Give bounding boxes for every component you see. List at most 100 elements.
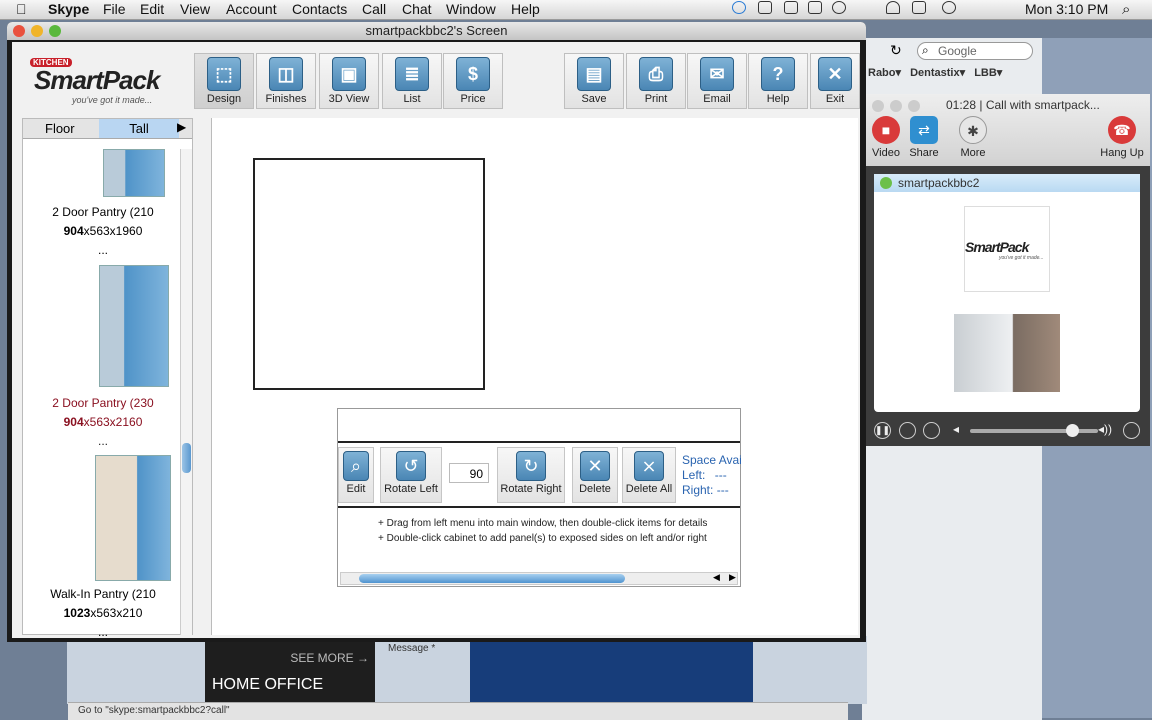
bookmark-dentastix[interactable]: Dentastix▾	[910, 67, 965, 79]
room-outline[interactable]	[253, 158, 485, 390]
chat-tray-icon[interactable]	[758, 1, 772, 14]
window-titlebar: smartpackbbc2's Screen	[7, 22, 866, 40]
panel-scroll-thumb[interactable]	[359, 574, 625, 583]
exit-button[interactable]: ✕ Exit	[810, 53, 860, 109]
volume-slider[interactable]	[970, 424, 1098, 437]
sync-tray-icon[interactable]	[832, 1, 846, 14]
hang-up-button[interactable]: ☎ Hang Up	[1098, 116, 1146, 159]
clock[interactable]: Mon 3:10 PM	[1025, 1, 1108, 17]
floppy-icon: ▤	[577, 57, 611, 91]
list-item[interactable]: 2 Door Pantry (230 904x563x2160 ...	[23, 394, 183, 451]
scroll-thumb[interactable]	[182, 443, 191, 473]
email-label: Email	[703, 93, 731, 105]
menu-edit[interactable]: Edit	[140, 1, 164, 17]
edit-button[interactable]: ⌕ Edit	[338, 447, 374, 503]
battery-tray-icon[interactable]	[808, 1, 822, 14]
message-label: Message *	[388, 643, 436, 654]
spotlight-icon[interactable]: ⌕	[1122, 1, 1130, 18]
finishes-button[interactable]: ◫ Finishes	[256, 53, 316, 109]
tab-next-icon[interactable]: ▶	[177, 120, 186, 134]
more-button[interactable]: ✱ More	[956, 116, 990, 159]
fullscreen-icon[interactable]	[1123, 422, 1140, 439]
home-office-banner[interactable]: SEE MORE → HOME OFFICE	[205, 636, 375, 702]
apple-icon[interactable]: 	[16, 1, 27, 17]
3d-view-label: 3D View	[328, 93, 370, 105]
bookmark-rabo[interactable]: Rabo▾	[868, 67, 901, 79]
menu-account[interactable]: Account	[226, 1, 277, 17]
pause-icon[interactable]: ❚❚	[874, 422, 891, 439]
tab-floor[interactable]: Floor	[45, 121, 75, 136]
search-icon: ⌕	[922, 43, 929, 57]
category-tabs: Floor Tall ▶	[23, 119, 192, 139]
scroll-left-icon[interactable]: ◀	[713, 572, 720, 583]
edit-panel: ⌕ Edit ↺ Rotate Left 90 ↻ Rotate Right ✕ Del…	[337, 408, 742, 587]
save-button[interactable]: ▤ Save	[564, 53, 624, 109]
list-button[interactable]: ≣ List	[382, 53, 442, 109]
list-item[interactable]: Walk-In Pantry (210 1023x563x210 ...	[23, 585, 183, 642]
space-available: Space Avai Left: --- Right: ---	[682, 453, 742, 498]
cabinet-thumb-2door-210[interactable]	[103, 149, 165, 197]
scroll-right-icon[interactable]: ▶	[729, 572, 736, 583]
item-name: 2 Door Pantry (210	[52, 205, 154, 219]
video-camera-icon: ■	[872, 116, 900, 144]
see-more-link[interactable]: SEE MORE →	[290, 651, 369, 665]
space-title: Space Avai	[682, 453, 742, 467]
price-label: Price	[460, 93, 486, 105]
3d-view-button[interactable]: ▣ 3D View	[319, 53, 379, 109]
cabinet-thumb-2door-230[interactable]	[99, 265, 169, 387]
zoom-window-icon[interactable]	[49, 25, 61, 37]
display-tray-icon[interactable]	[912, 1, 926, 14]
rotate-right-button[interactable]: ↻ Rotate Right	[497, 447, 565, 503]
left-label: Left:	[682, 468, 706, 482]
timemachine-tray-icon[interactable]	[942, 1, 956, 14]
rotate-right-icon: ↻	[516, 451, 546, 481]
tab-tall[interactable]: Tall	[99, 119, 179, 138]
menu-contacts[interactable]: Contacts	[292, 1, 347, 17]
bookmark-lbb[interactable]: LBB▾	[974, 67, 1002, 79]
menu-app[interactable]: Skype	[48, 1, 89, 17]
wifi-tray-icon[interactable]	[886, 1, 900, 14]
skype-minimize-icon[interactable]	[890, 100, 902, 112]
price-button[interactable]: $ Price	[443, 53, 503, 109]
skype-zoom-icon[interactable]	[908, 100, 920, 112]
rotate-left-button[interactable]: ↺ Rotate Left	[380, 447, 442, 503]
email-button[interactable]: ✉ Email	[687, 53, 747, 109]
reload-icon[interactable]: ↻	[890, 42, 902, 59]
share-button[interactable]: ⇄ Share	[906, 116, 942, 159]
delete-all-button[interactable]: ⨯ Delete All	[622, 447, 676, 503]
edit-label: Edit	[346, 483, 366, 495]
contact-header: smartpackbbc2	[874, 174, 1140, 192]
search-field[interactable]: Google	[917, 42, 1033, 60]
right-value: ---	[716, 483, 729, 497]
delete-button[interactable]: ✕ Delete	[572, 447, 618, 503]
angle-input[interactable]: 90	[449, 463, 489, 483]
menu-call[interactable]: Call	[362, 1, 386, 17]
design-icon: ⬚	[207, 57, 241, 91]
sidebar-scrollbar[interactable]	[180, 149, 192, 635]
menu-chat[interactable]: Chat	[402, 1, 432, 17]
help-button[interactable]: ? Help	[748, 53, 808, 109]
skype-tray-icon[interactable]	[732, 1, 746, 14]
dialpad-icon[interactable]	[923, 422, 940, 439]
minimize-window-icon[interactable]	[31, 25, 43, 37]
right-label: Right:	[682, 483, 714, 497]
list-item[interactable]: 2 Door Pantry (210 904x563x1960 ...	[23, 203, 183, 260]
list-icon: ≣	[395, 57, 429, 91]
more-label: More	[960, 147, 986, 159]
skype-close-icon[interactable]	[872, 100, 884, 112]
volume-tray-icon[interactable]	[996, 1, 1010, 14]
menu-file[interactable]: File	[103, 1, 126, 17]
menu-view[interactable]: View	[180, 1, 210, 17]
video-button[interactable]: ■ Video	[870, 116, 902, 159]
cabinet-thumb-walkin[interactable]	[95, 455, 171, 581]
mute-icon[interactable]	[899, 422, 916, 439]
menu-help[interactable]: Help	[511, 1, 540, 17]
close-window-icon[interactable]	[13, 25, 25, 37]
volume-knob[interactable]	[1066, 424, 1079, 437]
avatar-logo-tagline: you've got it made...	[999, 255, 1044, 261]
print-button[interactable]: ⎙ Print	[626, 53, 686, 109]
evernote-tray-icon[interactable]	[784, 1, 798, 14]
panel-scrollbar[interactable]: ◀ ▶	[340, 572, 738, 585]
menu-window[interactable]: Window	[446, 1, 496, 17]
design-button[interactable]: ⬚ Design	[194, 53, 254, 109]
